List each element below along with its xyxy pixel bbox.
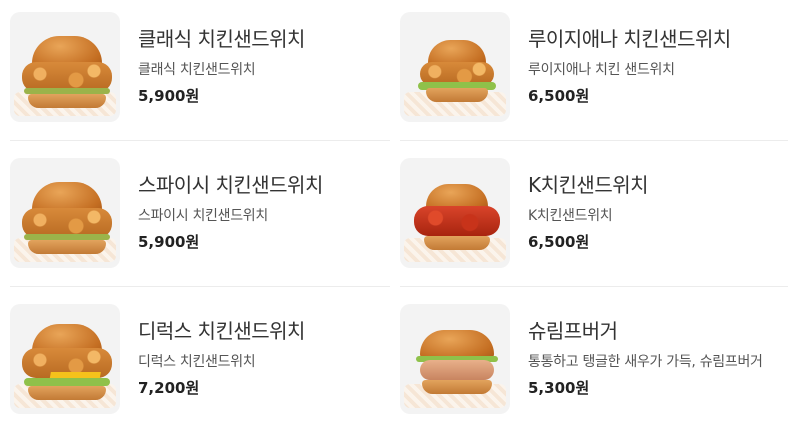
menu-item-card[interactable]: 클래식 치킨샌드위치 클래식 치킨샌드위치 5,900원 — [10, 12, 400, 152]
menu-item-info: 디럭스 치킨샌드위치 디럭스 치킨샌드위치 7,200원 — [138, 304, 400, 399]
menu-item-price: 5,300원 — [528, 379, 590, 397]
bun-bottom — [28, 240, 106, 254]
menu-item-title[interactable]: 클래식 치킨샌드위치 — [138, 26, 400, 52]
menu-item-info: K치킨샌드위치 K치킨샌드위치 6,500원 — [528, 158, 790, 253]
bun-bottom — [426, 88, 488, 102]
menu-item-desc: 디럭스 치킨샌드위치 — [138, 354, 256, 370]
menu-item-card[interactable]: 디럭스 치킨샌드위치 디럭스 치킨샌드위치 7,200원 — [10, 304, 400, 431]
lettuce-layer — [24, 378, 110, 386]
menu-item-title[interactable]: 슈림프버거 — [528, 318, 790, 344]
menu-item-price: 5,900원 — [138, 233, 200, 251]
menu-item-desc: K치킨샌드위치 — [528, 208, 613, 224]
menu-item-image[interactable] — [10, 304, 120, 414]
shrimp-patty — [420, 360, 494, 380]
menu-item-info: 클래식 치킨샌드위치 클래식 치킨샌드위치 5,900원 — [138, 12, 400, 107]
menu-item-desc: 통통하고 탱글한 새우가 가득, 슈림프버거 — [528, 354, 763, 370]
menu-grid: 클래식 치킨샌드위치 클래식 치킨샌드위치 5,900원 루이지애나 치킨샌드위… — [0, 0, 792, 431]
menu-item-info: 루이지애나 치킨샌드위치 루이지애나 치킨 샌드위치 6,500원 — [528, 12, 790, 107]
row-divider — [10, 286, 390, 287]
menu-item-desc: 루이지애나 치킨 샌드위치 — [528, 62, 675, 78]
row-divider — [400, 140, 788, 141]
menu-item-title[interactable]: 루이지애나 치킨샌드위치 — [528, 26, 790, 52]
menu-item-image[interactable] — [400, 12, 510, 122]
bun-bottom — [28, 386, 106, 400]
bun-bottom — [28, 94, 106, 108]
menu-item-desc: 클래식 치킨샌드위치 — [138, 62, 256, 78]
menu-item-image[interactable] — [400, 158, 510, 268]
menu-item-price: 6,500원 — [528, 233, 590, 251]
menu-item-price: 7,200원 — [138, 379, 200, 397]
row-divider — [400, 286, 788, 287]
menu-item-info: 슈림프버거 통통하고 탱글한 새우가 가득, 슈림프버거 5,300원 — [528, 304, 790, 399]
menu-item-image[interactable] — [10, 158, 120, 268]
menu-item-card[interactable]: 슈림프버거 통통하고 탱글한 새우가 가득, 슈림프버거 5,300원 — [400, 304, 790, 431]
menu-item-card[interactable]: K치킨샌드위치 K치킨샌드위치 6,500원 — [400, 158, 790, 298]
menu-item-title[interactable]: K치킨샌드위치 — [528, 172, 790, 198]
menu-item-title[interactable]: 스파이시 치킨샌드위치 — [138, 172, 400, 198]
menu-item-title[interactable]: 디럭스 치킨샌드위치 — [138, 318, 400, 344]
bun-bottom — [422, 380, 492, 394]
menu-item-price: 5,900원 — [138, 87, 200, 105]
menu-item-image[interactable] — [400, 304, 510, 414]
menu-item-info: 스파이시 치킨샌드위치 스파이시 치킨샌드위치 5,900원 — [138, 158, 400, 253]
row-divider — [10, 140, 390, 141]
menu-item-price: 6,500원 — [528, 87, 590, 105]
menu-item-desc: 스파이시 치킨샌드위치 — [138, 208, 268, 224]
menu-item-card[interactable]: 루이지애나 치킨샌드위치 루이지애나 치킨 샌드위치 6,500원 — [400, 12, 790, 152]
menu-item-image[interactable] — [10, 12, 120, 122]
menu-item-card[interactable]: 스파이시 치킨샌드위치 스파이시 치킨샌드위치 5,900원 — [10, 158, 400, 298]
spicy-chicken-patty — [414, 206, 500, 236]
bun-bottom — [424, 236, 490, 250]
